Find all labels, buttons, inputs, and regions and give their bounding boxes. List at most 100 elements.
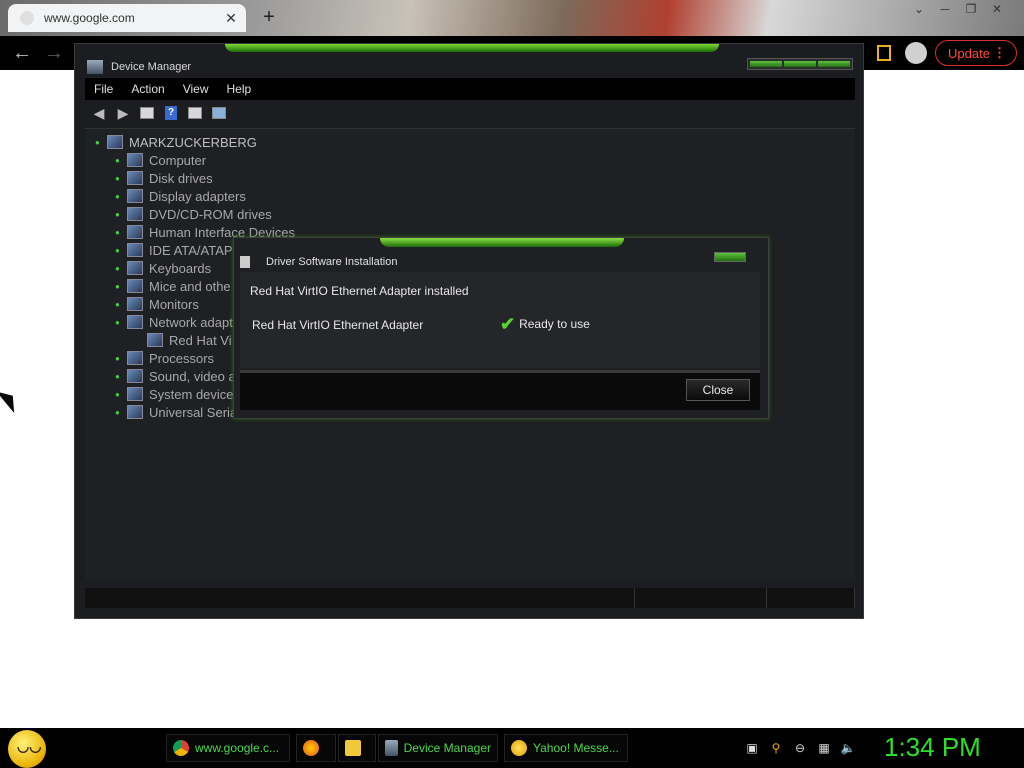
monitor-icon	[127, 153, 143, 167]
menu-help[interactable]: Help	[218, 82, 261, 96]
expand-icon[interactable]: ●	[115, 192, 120, 201]
expand-icon[interactable]: ●	[115, 264, 120, 273]
expand-icon[interactable]: ●	[115, 210, 120, 219]
tree-item[interactable]: ● Computer	[115, 151, 207, 169]
tree-item-label: Computer	[149, 152, 207, 168]
side-panel-icon[interactable]	[877, 45, 891, 61]
status-bar	[85, 588, 855, 608]
tree-item[interactable]: ● IDE ATA/ATAP	[115, 241, 233, 259]
tree-item[interactable]: ● Disk drives	[115, 169, 213, 187]
tree-item[interactable]: ● Universal Seria	[115, 403, 237, 421]
properties-icon[interactable]	[137, 104, 157, 122]
taskbar-item-yahoo-messenger[interactable]: Yahoo! Messe...	[504, 734, 628, 762]
volume-icon[interactable]: 🔈	[840, 740, 856, 756]
clock[interactable]: 1:34 PM	[884, 732, 981, 763]
update-label: Update	[948, 45, 990, 61]
tree-item[interactable]: ● Monitors	[115, 295, 199, 313]
tree-item[interactable]: ● Network adapt	[115, 313, 233, 331]
search-icon[interactable]: ⚲	[768, 740, 784, 756]
tree-item[interactable]: ● Sound, video a	[115, 367, 236, 385]
details-icon[interactable]	[185, 104, 205, 122]
system-tray: ▣ ⚲ ⊖ ▦ 🔈	[744, 740, 856, 756]
computer-icon	[107, 135, 123, 149]
tree-item-label: Mice and othe	[149, 278, 231, 294]
tree-item[interactable]: ● Processors	[115, 349, 214, 367]
scan-hardware-icon[interactable]	[209, 104, 229, 122]
maximize-button[interactable]	[784, 61, 816, 67]
network-icon	[147, 333, 163, 347]
expand-icon[interactable]: ●	[115, 372, 120, 381]
chevron-down-icon[interactable]: ⌄	[906, 0, 932, 18]
expand-icon[interactable]: ●	[115, 300, 120, 309]
menu-action[interactable]: Action	[122, 82, 173, 96]
taskbar-item-chrome[interactable]: www.google.c...	[166, 734, 290, 762]
expand-icon[interactable]: ●	[115, 282, 120, 291]
tree-item-label: Monitors	[149, 296, 199, 312]
tree-root[interactable]: ● MARKZUCKERBERG	[95, 133, 257, 151]
expand-icon[interactable]: ●	[115, 354, 120, 363]
tab-close-button[interactable]: ✕	[222, 10, 240, 27]
device-manager-icon	[87, 60, 103, 74]
dialog-close-control[interactable]	[714, 252, 746, 262]
display-adapter-icon	[127, 189, 143, 203]
dialog-body: Red Hat VirtIO Ethernet Adapter installe…	[240, 272, 760, 368]
back-button[interactable]: ←	[10, 42, 34, 64]
taskbar-item-folder[interactable]	[338, 734, 376, 762]
install-status: ✔ Ready to use	[500, 314, 590, 334]
dvd-icon	[127, 207, 143, 221]
menu-view[interactable]: View	[174, 82, 218, 96]
tree-item[interactable]: ● Mice and othe	[115, 277, 231, 295]
tree-item[interactable]: ● System device	[115, 385, 234, 403]
expand-icon[interactable]: ●	[115, 390, 120, 399]
device-manager-titlebar[interactable]: Device Manager	[83, 56, 855, 78]
profile-avatar[interactable]	[905, 42, 927, 64]
restore-button[interactable]: ❐	[958, 0, 984, 18]
forward-button[interactable]: →	[42, 42, 66, 64]
tree-item[interactable]: ● Keyboards	[115, 259, 211, 277]
help-icon[interactable]: ?	[161, 104, 181, 122]
close-button[interactable]: Close	[686, 379, 750, 401]
minimize-button[interactable]	[750, 61, 782, 67]
expand-icon[interactable]: ●	[115, 408, 120, 417]
mouse-cursor-icon	[0, 385, 22, 413]
close-window-button[interactable]: ✕	[984, 0, 1010, 18]
system-icon	[127, 387, 143, 401]
expand-icon[interactable]: ●	[115, 228, 120, 237]
minimize-button[interactable]: ─	[932, 0, 958, 18]
expand-icon[interactable]: ●	[95, 138, 100, 147]
tree-item[interactable]: ● DVD/CD-ROM drives	[115, 205, 272, 223]
tree-item[interactable]: ● Display adapters	[115, 187, 246, 205]
ide-icon	[127, 243, 143, 257]
update-button[interactable]: Update ⋮	[935, 40, 1017, 66]
close-button[interactable]	[818, 61, 850, 67]
tree-item-label: MARKZUCKERBERG	[129, 134, 257, 150]
window-caption-buttons	[747, 58, 853, 70]
taskbar-item-firefox[interactable]	[296, 734, 336, 762]
dialog-titlebar[interactable]: Driver Software Installation	[240, 252, 760, 272]
disk-icon	[127, 171, 143, 185]
tree-item[interactable]: Red Hat Vi	[147, 331, 232, 349]
network-icon[interactable]: ▦	[816, 740, 832, 756]
browser-tab[interactable]: www.google.com ✕	[8, 4, 246, 32]
menu-file[interactable]: File	[85, 82, 122, 96]
back-arrow-icon[interactable]: ◀	[89, 104, 109, 122]
start-button[interactable]: ◡◡	[8, 730, 46, 768]
taskbar: ◡◡ www.google.c... Device Manager Yahoo!…	[0, 728, 1024, 768]
expand-icon[interactable]: ●	[115, 174, 120, 183]
tree-item-label: System device	[149, 386, 234, 402]
new-tab-button[interactable]: +	[258, 6, 280, 28]
checkmark-icon: ✔	[500, 314, 516, 334]
smiley-icon: ◡◡	[17, 738, 42, 754]
tab-title: www.google.com	[44, 11, 135, 25]
expand-icon[interactable]: ●	[115, 246, 120, 255]
minus-circle-icon[interactable]: ⊖	[792, 740, 808, 756]
menu-dots-icon[interactable]: ⋮	[993, 45, 1006, 61]
folder-icon	[345, 740, 361, 756]
forward-arrow-icon[interactable]: ▶	[113, 104, 133, 122]
taskbar-item-device-manager[interactable]: Device Manager	[378, 734, 498, 762]
security-icon[interactable]: ▣	[744, 740, 760, 756]
window-title: Device Manager	[111, 61, 192, 73]
dialog-footer: Close	[240, 370, 760, 410]
expand-icon[interactable]: ●	[115, 156, 120, 165]
expand-icon[interactable]: ●	[115, 318, 120, 327]
